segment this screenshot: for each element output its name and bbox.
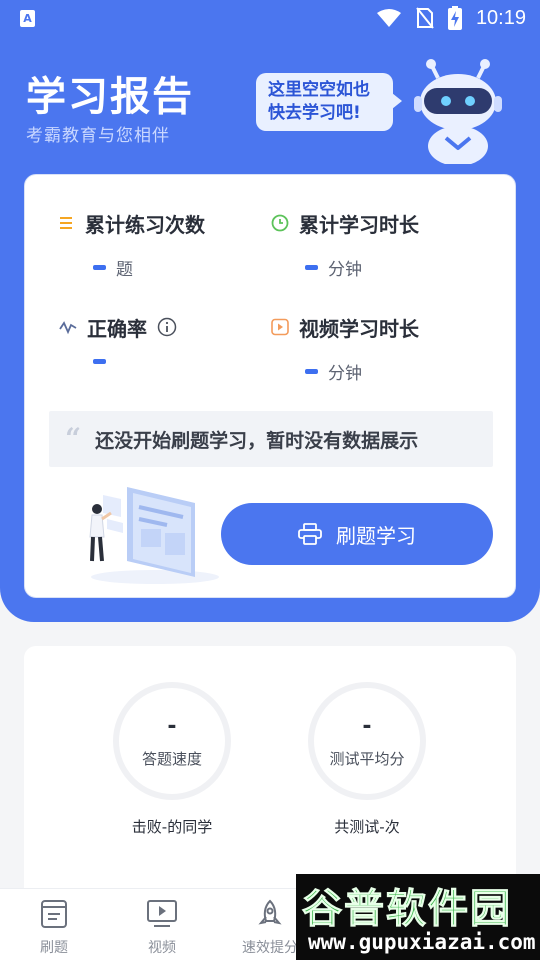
start-practice-button[interactable]: 刷题学习	[221, 503, 493, 565]
robot-mascot-icon	[414, 59, 502, 164]
clock-icon	[271, 214, 289, 232]
stat-value-placeholder	[305, 265, 318, 270]
stat-accuracy: 正确率	[59, 313, 177, 364]
stat-label: 累计练习次数	[85, 212, 205, 237]
answer-speed-caption: 击败-的同学	[131, 818, 213, 836]
no-sim-icon	[416, 7, 434, 29]
average-score-label: 测试平均分	[329, 749, 405, 768]
learning-stats-card: 累计练习次数 题 累计学习时长 分钟 正确率 视频学习时长 分钟 “ 还没开始刷…	[24, 174, 516, 598]
site-watermark: 谷普软件园 www.gupuxiazai.com	[296, 874, 540, 960]
bubble-line-1: 这里空空如也	[268, 80, 370, 100]
test-count-caption: 共测试-次	[334, 818, 400, 836]
watermark-name: 谷普软件园	[302, 886, 512, 933]
empty-data-notice: “ 还没开始刷题学习，暂时没有数据展示	[49, 411, 493, 467]
quote-mark-icon: “	[65, 422, 82, 455]
average-score-ring: - 测试平均分	[308, 682, 426, 800]
stat-label: 正确率	[87, 316, 147, 341]
tab-label: 速效提分	[242, 940, 298, 956]
status-time: 10:19	[475, 6, 526, 29]
pulse-icon	[59, 321, 77, 335]
printer-icon	[298, 523, 322, 545]
list-icon	[60, 217, 72, 229]
wifi-icon	[376, 9, 401, 27]
stat-value-placeholder	[93, 265, 106, 270]
info-icon[interactable]	[157, 317, 177, 337]
page-subtitle: 考霸教育与您相伴	[26, 126, 170, 146]
stat-label: 视频学习时长	[299, 316, 419, 341]
stat-value-placeholder	[93, 359, 106, 364]
empty-data-text: 还没开始刷题学习，暂时没有数据展示	[95, 429, 419, 452]
play-screen-icon	[147, 900, 177, 927]
stat-video-time: 视频学习时长 分钟	[271, 313, 419, 384]
start-practice-label: 刷题学习	[336, 523, 416, 548]
average-score-value: -	[362, 713, 372, 739]
stat-practice-count: 累计练习次数 题	[59, 209, 205, 280]
status-bar: A 10:19	[0, 0, 540, 36]
answer-speed-label: 答题速度	[141, 749, 202, 768]
stat-value-placeholder	[305, 369, 318, 374]
book-icon	[41, 900, 67, 928]
watermark-url: www.gupuxiazai.com	[308, 930, 536, 954]
bubble-line-2: 快去学习吧!	[268, 103, 361, 123]
page-title: 学习报告	[26, 74, 194, 120]
rocket-icon	[258, 899, 282, 925]
app-notification-icon: A	[20, 10, 35, 27]
answer-speed-ring: - 答题速度	[113, 682, 231, 800]
stat-unit: 题	[116, 260, 133, 280]
tab-label: 视频	[148, 940, 176, 956]
tab-practice[interactable]: 刷题	[9, 899, 99, 957]
stat-study-time: 累计学习时长 分钟	[271, 209, 419, 280]
answer-speed-value: -	[167, 713, 177, 739]
robot-speech-bubble: 这里空空如也 快去学习吧!	[256, 73, 402, 131]
stat-unit: 分钟	[328, 260, 362, 280]
battery-charging-icon	[447, 6, 462, 30]
video-icon	[271, 318, 289, 336]
tab-label: 刷题	[40, 940, 68, 956]
study-illustration-icon	[89, 487, 219, 584]
tab-video[interactable]: 视频	[117, 899, 207, 957]
stat-unit: 分钟	[328, 364, 362, 384]
stat-label: 累计学习时长	[299, 212, 419, 237]
